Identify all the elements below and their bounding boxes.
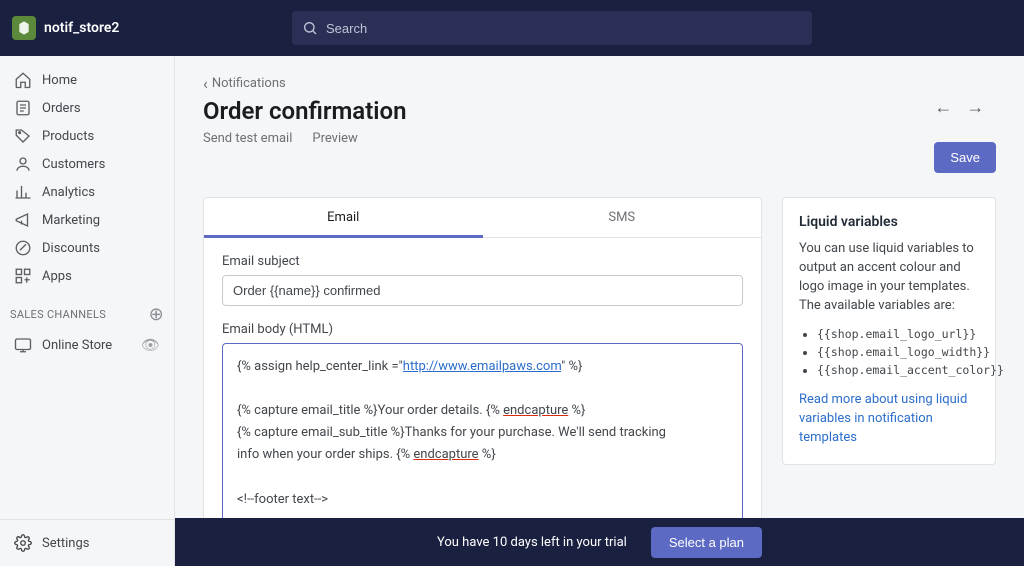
sidebar-item-home[interactable]: Home [4,66,170,94]
add-channel-icon[interactable]: ⊕ [149,304,164,325]
sales-channels-label: SALES CHANNELS [10,308,106,321]
next-arrow-icon[interactable]: → [966,97,984,118]
liquid-readmore-link[interactable]: Read more about using liquid variables i… [799,392,967,445]
send-test-email-link[interactable]: Send test email [203,131,292,146]
body-label: Email body (HTML) [222,322,743,337]
chevron-left-icon: ‹ [203,74,208,93]
sidebar-item-label: Orders [42,101,81,116]
sidebar-item-discounts[interactable]: Discounts [4,234,170,262]
sidebar: Home Orders Products Customers Analytics… [0,56,175,566]
breadcrumb-label: Notifications [212,76,286,91]
tab-email[interactable]: Email [204,198,483,237]
sales-channels-header: SALES CHANNELS ⊕ [0,290,174,331]
store-brand[interactable]: notif_store2 [12,16,292,40]
nav-list: Home Orders Products Customers Analytics… [0,66,174,290]
trial-bar: You have 10 days left in your trial Sele… [175,518,1024,566]
discounts-icon [14,239,32,257]
sidebar-item-label: Apps [42,269,72,284]
subject-field-group: Email subject [222,254,743,306]
liquid-var-item: {{shop.email_logo_width}} [817,343,979,361]
paginator: ← → [934,97,996,118]
page-header: Order confirmation Send test email Previ… [203,97,996,173]
channels-list: Online Store 👁 [0,331,174,359]
gear-icon [14,534,32,552]
breadcrumb[interactable]: ‹ Notifications [203,74,996,93]
page-sub-actions: Send test email Preview [203,131,406,146]
store-name: notif_store2 [44,20,119,36]
products-icon [14,127,32,145]
sidebar-item-label: Marketing [42,213,100,228]
sidebar-footer: Settings [0,519,174,566]
sidebar-item-label: Customers [42,157,105,172]
sidebar-item-customers[interactable]: Customers [4,150,170,178]
preview-link[interactable]: Preview [312,131,357,146]
marketing-icon [14,211,32,229]
page-title: Order confirmation [203,97,406,125]
main-content: ‹ Notifications Order confirmation Send … [175,56,1024,566]
store-icon [14,336,32,354]
view-store-icon[interactable]: 👁 [141,336,160,354]
sidebar-item-label: Online Store [42,338,131,353]
save-button[interactable]: Save [934,142,996,173]
sidebar-item-analytics[interactable]: Analytics [4,178,170,206]
apps-icon [14,267,32,285]
prev-arrow-icon[interactable]: ← [934,97,952,118]
side-card-title: Liquid variables [799,214,979,230]
content-row: Email SMS Email subject Email body (HTML… [203,197,996,566]
sidebar-item-label: Analytics [42,185,95,200]
search-input[interactable] [326,21,802,36]
trial-text: You have 10 days left in your trial [437,535,627,550]
settings-label: Settings [42,536,89,551]
form-body: Email subject Email body (HTML) {% assig… [204,238,761,566]
subject-label: Email subject [222,254,743,269]
analytics-icon [14,183,32,201]
tabs: Email SMS [204,198,761,238]
liquid-var-item: {{shop.email_accent_color}} [817,361,979,379]
sidebar-item-apps[interactable]: Apps [4,262,170,290]
sidebar-item-label: Home [42,73,77,88]
shopify-logo-icon [12,16,36,40]
search-icon [302,20,318,36]
sidebar-item-settings[interactable]: Settings [0,520,174,566]
liquid-var-list: {{shop.email_logo_url}} {{shop.email_log… [799,325,979,379]
sidebar-item-online-store[interactable]: Online Store 👁 [4,331,170,359]
body: Home Orders Products Customers Analytics… [0,56,1024,566]
home-icon [14,71,32,89]
sidebar-item-products[interactable]: Products [4,122,170,150]
subject-input[interactable] [222,275,743,306]
search-box[interactable] [292,11,812,45]
sidebar-item-label: Discounts [42,241,100,256]
sidebar-item-label: Products [42,129,94,144]
orders-icon [14,99,32,117]
tab-sms[interactable]: SMS [483,198,762,237]
side-card-desc: You can use liquid variables to output a… [799,240,979,315]
customers-icon [14,155,32,173]
select-plan-button[interactable]: Select a plan [651,527,762,558]
email-editor-card: Email SMS Email subject Email body (HTML… [203,197,762,566]
liquid-var-item: {{shop.email_logo_url}} [817,325,979,343]
sidebar-item-marketing[interactable]: Marketing [4,206,170,234]
liquid-variables-card: Liquid variables You can use liquid vari… [782,197,996,465]
topbar: notif_store2 [0,0,1024,56]
sidebar-item-orders[interactable]: Orders [4,94,170,122]
